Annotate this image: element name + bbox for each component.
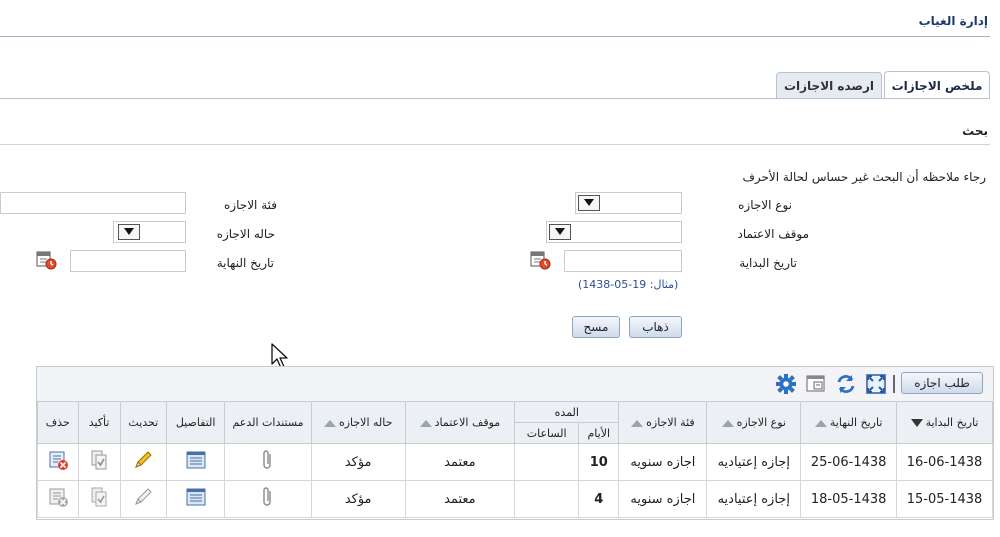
leave-category-label: فئة الاجازه bbox=[224, 198, 277, 212]
sort-ascending-icon[interactable] bbox=[814, 419, 827, 427]
pencil-icon[interactable] bbox=[132, 449, 154, 475]
cell-update bbox=[119, 480, 168, 518]
request-leave-button[interactable]: طلب اجازه bbox=[901, 372, 983, 394]
sort-ascending-icon[interactable] bbox=[721, 419, 734, 427]
sort-ascending-icon[interactable] bbox=[419, 419, 432, 427]
cell-leave-status: مؤكد bbox=[310, 480, 406, 518]
column-header-confirm: تأكيد bbox=[77, 401, 121, 444]
cell-leave-category: اجازه سنويه bbox=[618, 480, 708, 518]
cell-supporting-docs bbox=[224, 443, 312, 481]
cell-hours bbox=[514, 443, 580, 481]
search-note: رجاء ملاحظه أن البحث غير حساس لحالة الأح… bbox=[742, 170, 986, 184]
cell-start-date: 16-06-1438 bbox=[896, 443, 993, 481]
column-header-update: تحديث bbox=[119, 401, 168, 444]
cell-confirm bbox=[77, 443, 121, 481]
cell-approval-status: معتمد bbox=[404, 443, 516, 481]
tab-divider bbox=[0, 98, 990, 99]
column-header-start-date[interactable]: تاريخ البداية bbox=[896, 401, 993, 444]
confirm-icon bbox=[88, 486, 110, 512]
clear-button[interactable]: مسح bbox=[572, 316, 620, 338]
date-example-hint: (مثال: 19-05-1438) bbox=[578, 278, 679, 291]
leave-type-label: نوع الاجازه bbox=[738, 198, 792, 212]
toolbar-separator bbox=[893, 375, 895, 393]
cell-details bbox=[166, 443, 226, 481]
leave-category-input[interactable] bbox=[0, 192, 186, 214]
column-header-delete: حذف bbox=[37, 401, 79, 444]
table-row: 15-05-1438 18-05-1438 إجازه إعتياديه اجا… bbox=[37, 480, 993, 518]
results-toolbar: طلب اجازه bbox=[37, 367, 993, 402]
cell-hours bbox=[514, 480, 580, 518]
chevron-down-icon[interactable] bbox=[549, 224, 571, 240]
calendar-icon[interactable] bbox=[36, 250, 58, 270]
column-header-hours: الساعات bbox=[514, 422, 580, 444]
cell-end-date: 25-06-1438 bbox=[800, 443, 898, 481]
cell-leave-type: إجازه إعتياديه bbox=[706, 443, 802, 481]
sort-ascending-icon[interactable] bbox=[323, 419, 336, 427]
cell-days: 10 bbox=[578, 443, 620, 481]
chevron-down-icon[interactable] bbox=[118, 224, 140, 240]
end-date-label: تاريخ النهاية bbox=[216, 256, 274, 270]
cell-leave-status: مؤكد bbox=[310, 443, 406, 481]
search-heading: بحث bbox=[962, 124, 988, 138]
page-title: إدارة الغياب bbox=[918, 14, 988, 28]
chevron-down-icon[interactable] bbox=[578, 195, 600, 211]
end-date-input[interactable] bbox=[70, 250, 186, 272]
pencil-icon bbox=[132, 486, 154, 512]
approval-status-label: موقف الاعتماد bbox=[737, 227, 810, 241]
cell-update bbox=[119, 443, 168, 481]
delete-icon[interactable] bbox=[47, 449, 69, 475]
cell-approval-status: معتمد bbox=[404, 480, 516, 518]
sort-descending-icon[interactable] bbox=[910, 419, 923, 427]
calendar-icon[interactable] bbox=[530, 250, 552, 270]
cell-supporting-docs bbox=[224, 480, 312, 518]
column-header-leave-status[interactable]: حاله الاجازه bbox=[310, 401, 406, 444]
leave-status-label: حاله الاجازه bbox=[216, 227, 275, 241]
gear-icon[interactable] bbox=[775, 373, 797, 398]
search-divider bbox=[0, 144, 990, 145]
leave-type-select[interactable] bbox=[575, 192, 682, 214]
column-header-details: التفاصيل bbox=[166, 401, 226, 444]
column-header-days: الأيام bbox=[578, 422, 620, 444]
freeze-columns-icon[interactable] bbox=[805, 373, 827, 398]
cell-delete bbox=[37, 443, 79, 481]
sort-ascending-icon[interactable] bbox=[631, 419, 644, 427]
confirm-icon[interactable] bbox=[88, 449, 110, 475]
column-header-end-date[interactable]: تاريخ النهاية bbox=[800, 401, 898, 444]
detach-icon[interactable] bbox=[865, 373, 887, 398]
column-group-duration: المده bbox=[514, 401, 620, 423]
leave-status-select[interactable] bbox=[113, 221, 186, 243]
cell-start-date: 15-05-1438 bbox=[896, 480, 993, 518]
start-date-label: تاريخ البداية bbox=[739, 256, 797, 270]
details-icon[interactable] bbox=[185, 450, 207, 474]
start-date-input[interactable] bbox=[564, 250, 682, 272]
tab-leave-summary[interactable]: ملخص الاجازات bbox=[884, 71, 990, 99]
leave-summary-table: تاريخ البداية تاريخ النهاية نوع الاجازه … bbox=[37, 401, 993, 518]
column-header-supporting-docs: مستندات الدعم bbox=[224, 401, 312, 444]
title-divider bbox=[0, 36, 990, 37]
tab-leave-balances[interactable]: ارصده الاجازات bbox=[776, 72, 882, 98]
cell-days: 4 bbox=[578, 480, 620, 518]
paperclip-icon[interactable] bbox=[261, 449, 275, 475]
column-header-leave-type[interactable]: نوع الاجازه bbox=[706, 401, 802, 444]
cell-details bbox=[166, 480, 226, 518]
cell-delete bbox=[37, 480, 79, 518]
delete-icon bbox=[47, 486, 69, 512]
cell-end-date: 18-05-1438 bbox=[800, 480, 898, 518]
go-button[interactable]: ذهاب bbox=[629, 316, 682, 338]
cell-leave-type: إجازه إعتياديه bbox=[706, 480, 802, 518]
approval-status-select[interactable] bbox=[546, 221, 682, 243]
column-header-leave-category[interactable]: فئة الاجازه bbox=[618, 401, 708, 444]
table-row: 16-06-1438 25-06-1438 إجازه إعتياديه اجا… bbox=[37, 443, 993, 481]
refresh-icon[interactable] bbox=[835, 373, 857, 398]
column-header-approval-status[interactable]: موقف الاعتماد bbox=[404, 401, 516, 444]
details-icon[interactable] bbox=[185, 487, 207, 511]
cell-leave-category: اجازه سنويه bbox=[618, 443, 708, 481]
cell-confirm bbox=[77, 480, 121, 518]
paperclip-icon[interactable] bbox=[261, 486, 275, 512]
